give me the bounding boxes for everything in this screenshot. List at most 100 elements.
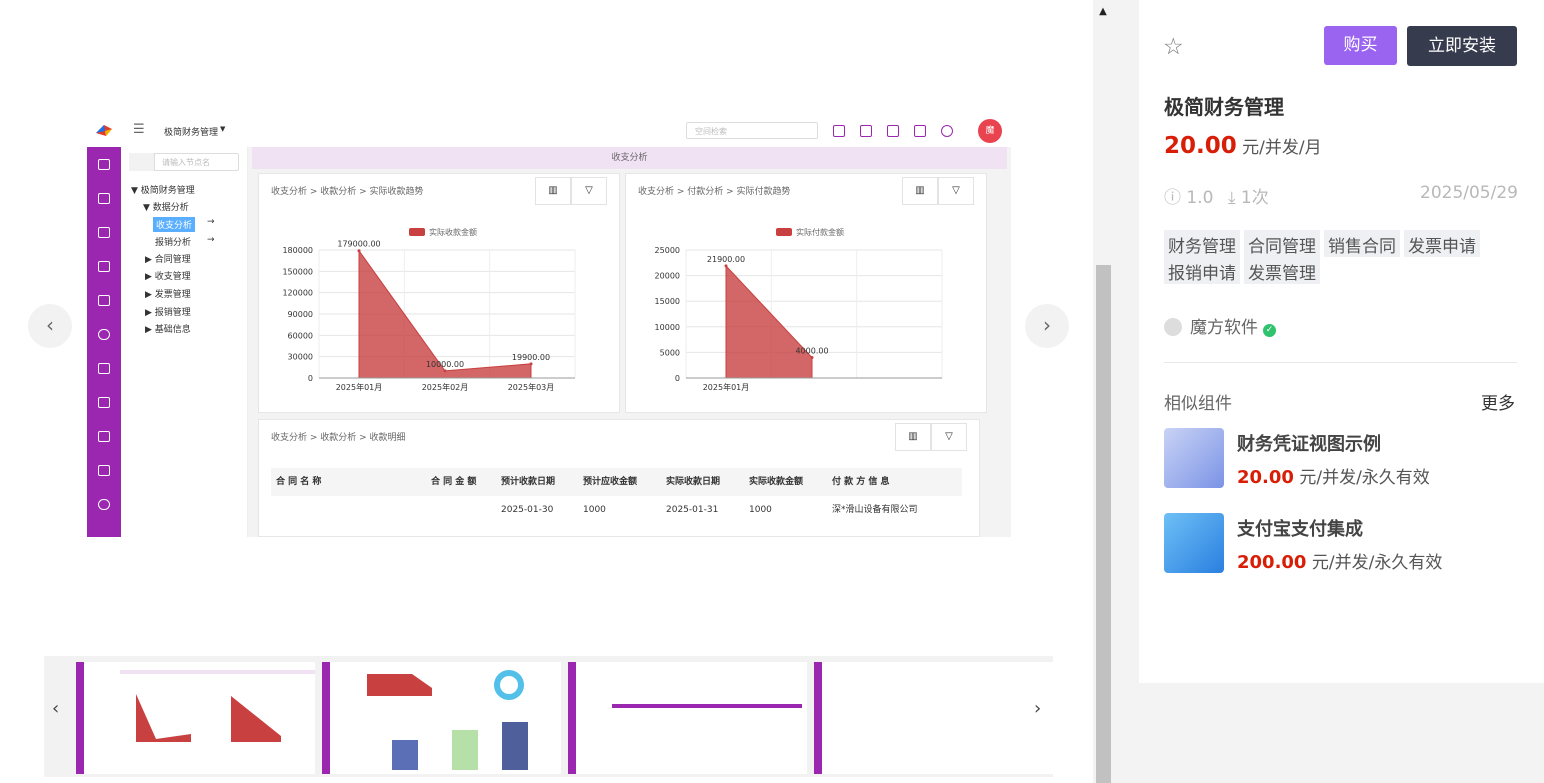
data-point: [357, 249, 361, 253]
store-icon: [98, 363, 110, 374]
data-label: 19900.00: [512, 353, 550, 362]
app-logo-icon: [96, 125, 112, 136]
chart-icon: [98, 431, 110, 442]
table-cell: 2025-01-30: [501, 505, 554, 515]
preview-topbar: ☰ 极简财务管理 ▼ 空间检索 魔: [87, 117, 1011, 147]
file-icon: [98, 261, 110, 272]
inbox-icon: [860, 125, 872, 137]
thumbs-next-icon[interactable]: ›: [1034, 698, 1041, 719]
clipboard-icon: [98, 227, 110, 238]
table-header: 实际收款日期: [661, 468, 744, 496]
tree-item: ▶ 报销管理: [145, 308, 191, 318]
scrollbar-thumb[interactable]: [1096, 265, 1111, 783]
thumbnail-2[interactable]: [322, 662, 561, 774]
table-header: 预计应收金额: [578, 468, 661, 496]
tree-item: ▶ 收支管理: [145, 272, 191, 282]
similar-name[interactable]: 财务凭证视图示例: [1237, 430, 1381, 456]
y-tick-label: 30000: [288, 353, 313, 362]
preview-app-name: 极简财务管理: [164, 128, 219, 138]
preview-main-title: 收支分析: [252, 147, 1007, 169]
install-button[interactable]: 立即安装: [1407, 26, 1517, 66]
filter-icon: ▽: [931, 423, 967, 451]
legend-swatch: [409, 228, 425, 236]
tag[interactable]: 合同管理: [1244, 230, 1320, 257]
thumbnail-strip: ‹ ›: [44, 656, 1053, 777]
data-label: 179000.00: [337, 240, 380, 249]
home-icon: [98, 159, 110, 170]
data-point: [724, 264, 728, 268]
minus-circle-icon: [941, 125, 953, 137]
area-series: [725, 264, 813, 379]
bar-chart-icon: ▥: [902, 177, 938, 205]
similar-thumb-1[interactable]: [1164, 428, 1224, 488]
similar-thumb-2[interactable]: [1164, 513, 1224, 573]
tag[interactable]: 报销申请: [1164, 257, 1240, 284]
breadcrumb: 收支分析 > 收款分析 > 收款明细: [271, 433, 406, 443]
table-header: 合 同 金 额: [426, 468, 496, 496]
x-tick-label: 2025年02月: [422, 382, 469, 392]
buy-button[interactable]: 购买: [1324, 26, 1397, 65]
similar-name[interactable]: 支付宝支付集成: [1237, 515, 1363, 541]
breadcrumb: 收支分析 > 付款分析 > 实际付款趋势: [638, 187, 791, 197]
version: ⓘ 1.0: [1164, 188, 1214, 208]
star-icon[interactable]: ☆: [1163, 34, 1184, 60]
chevron-down-icon: ▼: [220, 125, 226, 133]
thumb-chart: [231, 696, 281, 742]
table-cell: 1000: [749, 505, 772, 515]
y-tick-label: 90000: [288, 310, 313, 319]
y-tick-label: 15000: [655, 297, 680, 306]
tag[interactable]: 发票申请: [1404, 230, 1480, 257]
help-icon: [833, 125, 845, 137]
tag[interactable]: 发票管理: [1244, 257, 1320, 284]
table-card: 收支分析 > 收款分析 > 收款明细 ▥ ▽ 合 同 名 称 合 同 金 额 预…: [258, 419, 980, 537]
more-link[interactable]: 更多: [1481, 389, 1515, 414]
similar-price: 200.00 元/并发/永久有效: [1237, 552, 1443, 573]
legend-label: 实际收款金额: [429, 227, 477, 237]
tree-item: ▼ 极简财务管理: [131, 186, 195, 196]
tag[interactable]: 销售合同: [1324, 230, 1400, 257]
table-cell: [426, 496, 496, 524]
y-tick-label: 120000: [282, 289, 313, 298]
legend-label: 实际付款金额: [796, 227, 844, 237]
tag[interactable]: 财务管理: [1164, 230, 1240, 257]
x-tick-label: 2025年01月: [336, 382, 383, 392]
y-tick-label: 25000: [655, 246, 680, 255]
vendor[interactable]: 魔方软件 ✓: [1164, 313, 1276, 338]
thumbnail-3[interactable]: [568, 662, 807, 774]
table-cell: 1000: [583, 505, 606, 515]
y-tick-label: 60000: [288, 331, 313, 340]
arrow-right-icon: →: [207, 217, 215, 227]
tree-item: 报销分析: [155, 238, 192, 248]
y-tick-label: 10000: [655, 323, 680, 332]
income-chart: 实际收款金额 180000 150000 120000 90000 60000 30000 0…: [282, 227, 576, 392]
bar-chart-icon: ▥: [895, 423, 931, 451]
info-icon: ⓘ: [1164, 188, 1181, 208]
data-label: 4000.00: [795, 347, 828, 356]
x-tick-label: 2025年01月: [703, 382, 750, 392]
publish-date: 2025/05/29: [1420, 183, 1518, 203]
product-title: 极简财务管理: [1164, 95, 1284, 119]
y-tick-label: 180000: [282, 246, 313, 255]
next-image-button[interactable]: ›: [1025, 304, 1069, 348]
preview-main: 收支分析 收支分析 > 收款分析 > 实际收款趋势 ▥ ▽ 实际收款金额 1800…: [248, 147, 1011, 537]
tree-item-active: 收支分析: [153, 217, 196, 232]
shirt-icon: [914, 125, 926, 137]
share-icon: [98, 329, 110, 340]
main-preview-image: ☰ 极简财务管理 ▼ 空间检索 魔 请输入节点名 ▼ 极简财务管理 ▼ 数据分析…: [87, 117, 1011, 537]
y-tick-label: 150000: [282, 267, 313, 276]
thumbs-prev-icon[interactable]: ‹: [52, 698, 59, 719]
receipt-table: 合 同 名 称 合 同 金 额 预计收款日期 预计应收金额 实际收款日期 实际收…: [271, 468, 967, 528]
thumbnail-4[interactable]: [814, 662, 1053, 774]
data-point: [529, 362, 533, 366]
tree-item: ▶ 合同管理: [145, 255, 191, 265]
prev-image-button[interactable]: ‹: [28, 304, 72, 348]
menu-icon: ☰: [133, 122, 145, 137]
preview-tree: 请输入节点名 ▼ 极简财务管理 ▼ 数据分析 收支分析 → 报销分析 → ▶ 合…: [121, 147, 248, 537]
thumbnail-1[interactable]: [76, 662, 315, 774]
scroll-up-icon[interactable]: ▲: [1093, 2, 1113, 22]
document-icon: [887, 125, 899, 137]
table-header: 实际收款金额: [744, 468, 827, 496]
payment-chart: 实际付款金额 25000 20000 15000 10000 5000 0 21900.00 4…: [655, 227, 943, 392]
x-tick-label: 2025年03月: [508, 382, 555, 392]
thumb-chart: [136, 694, 191, 742]
